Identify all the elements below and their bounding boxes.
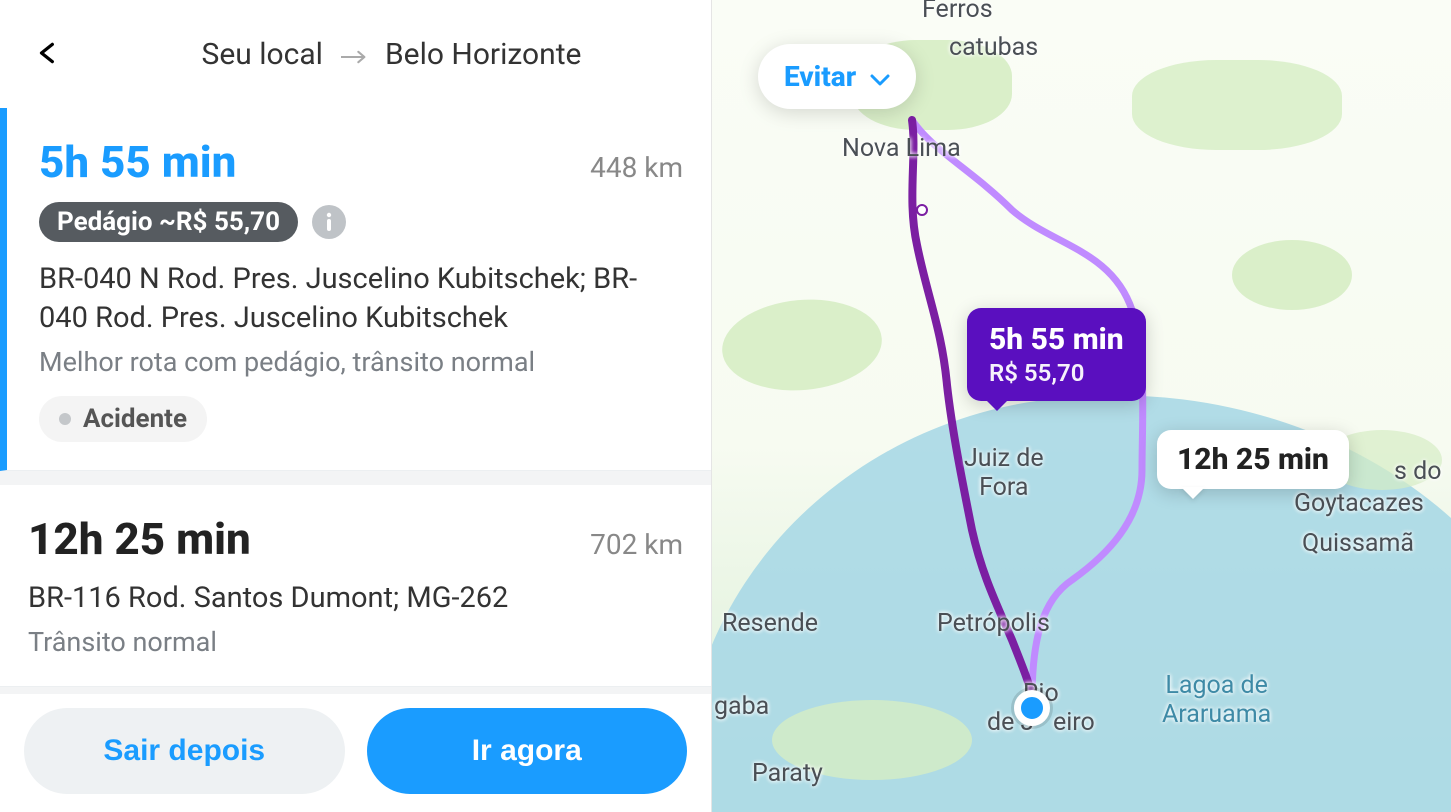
leave-later-button[interactable]: Sair depois	[24, 708, 345, 794]
current-location-pin[interactable]	[1014, 690, 1050, 726]
city-label: Juiz de Fora	[964, 445, 1044, 503]
city-label: Petrópolis	[937, 610, 1050, 639]
map-callout-alt-time: 12h 25 min	[1177, 442, 1329, 477]
back-button[interactable]	[24, 30, 72, 78]
chevron-down-icon	[870, 60, 890, 93]
route-note: Melhor rota com pedágio, trânsito normal	[39, 346, 683, 378]
route-from: Seu local	[202, 37, 323, 72]
header-route: Seu local Belo Horizonte	[96, 37, 687, 72]
city-label: Ferros	[922, 0, 993, 25]
map-callout-main[interactable]: 5h 55 min R$ 55,70	[967, 308, 1146, 401]
avoid-button[interactable]: Evitar	[758, 44, 916, 109]
route-via: BR-116 Rod. Santos Dumont; MG-262	[28, 579, 683, 618]
route-distance: 448 km	[590, 151, 683, 184]
map-callout-main-time: 5h 55 min	[989, 322, 1124, 357]
map-callout-main-price: R$ 55,70	[989, 359, 1124, 387]
route-card[interactable]: 12h 25 min 702 km BR-116 Rod. Santos Dum…	[0, 485, 711, 687]
go-now-button[interactable]: Ir agora	[367, 708, 688, 794]
avoid-label: Evitar	[784, 60, 856, 93]
route-panel: Seu local Belo Horizonte 5h 55 min 448 k…	[0, 0, 712, 812]
city-label: s do	[1394, 458, 1441, 487]
route-time: 12h 25 min	[28, 513, 251, 565]
panel-footer: Sair depois Ir agora	[0, 694, 711, 812]
city-label: Nova Lima	[842, 135, 961, 164]
route-status-chip: Acidente	[39, 396, 207, 442]
route-distance: 702 km	[590, 528, 683, 561]
city-label: Goytacazes	[1294, 490, 1424, 519]
route-note: Trânsito normal	[28, 626, 683, 658]
map-view[interactable]: Ferros catubas Nova Lima Juiz de Fora Pe…	[712, 0, 1451, 812]
water-label: Lagoa de Araruama	[1162, 672, 1271, 730]
city-label: gaba	[714, 693, 769, 722]
city-label: catubas	[949, 34, 1038, 63]
arrow-right-icon	[341, 37, 367, 72]
info-icon[interactable]	[312, 205, 346, 239]
city-label: Paraty	[752, 760, 823, 789]
city-label: Quissamã	[1302, 530, 1414, 559]
toll-badge: Pedágio ~R$ 55,70	[39, 202, 298, 242]
route-time: 5h 55 min	[39, 136, 236, 188]
route-card[interactable]: 5h 55 min 448 km Pedágio ~R$ 55,70 BR-04…	[0, 108, 711, 471]
map-callout-alt[interactable]: 12h 25 min	[1157, 430, 1349, 489]
chevron-left-icon	[35, 36, 61, 72]
city-label: Resende	[722, 610, 818, 639]
status-dot-icon	[59, 413, 71, 425]
route-list: 5h 55 min 448 km Pedágio ~R$ 55,70 BR-04…	[0, 108, 711, 694]
route-status-text: Acidente	[83, 404, 187, 434]
route-header: Seu local Belo Horizonte	[0, 0, 711, 108]
route-via: BR-040 N Rod. Pres. Juscelino Kubitschek…	[39, 260, 683, 338]
route-to: Belo Horizonte	[385, 37, 581, 72]
